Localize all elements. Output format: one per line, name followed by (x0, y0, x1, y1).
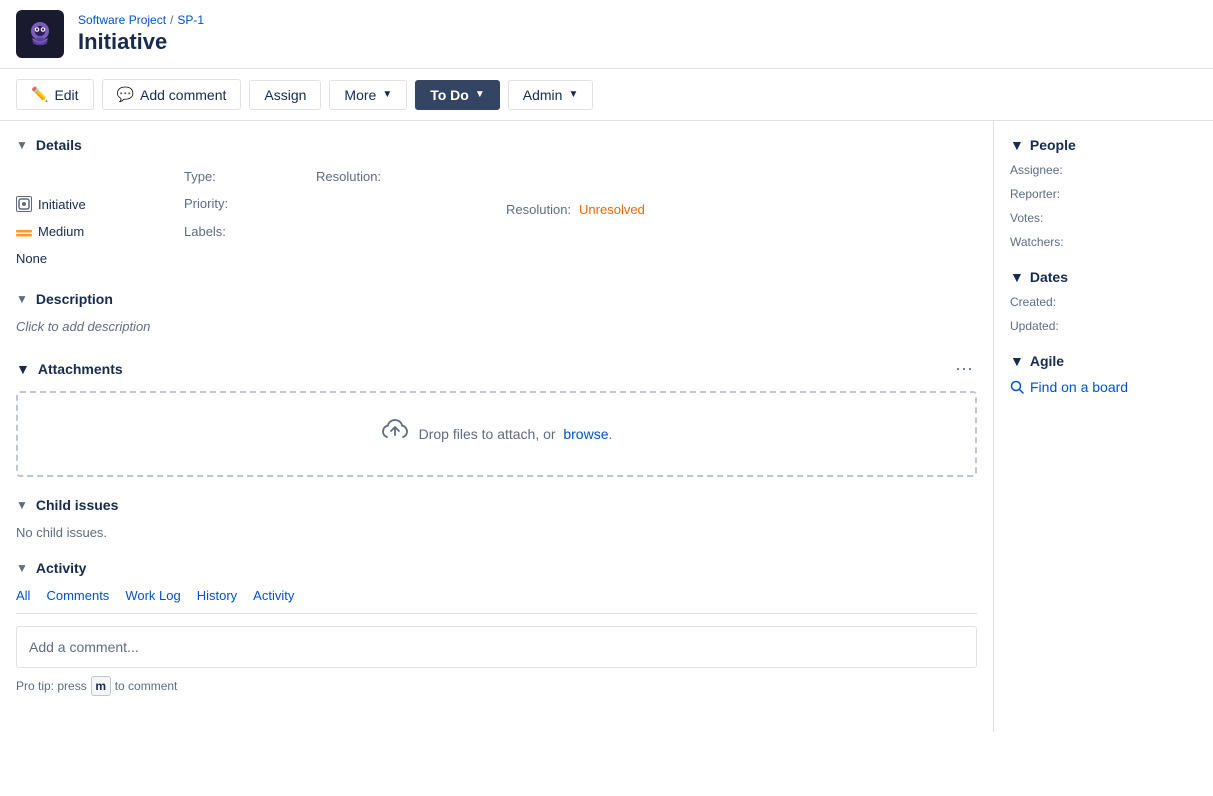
activity-section-title: Activity (36, 560, 87, 576)
details-section-header[interactable]: ▼ Details (16, 137, 977, 153)
project-link[interactable]: Software Project (78, 13, 166, 27)
activity-tab-worklog[interactable]: Work Log (125, 588, 180, 611)
people-section: ▼ People Assignee: Reporter: Votes: Watc… (1010, 137, 1197, 249)
edit-icon: ✏️ (31, 86, 48, 103)
created-field: Created: (1010, 295, 1197, 309)
reporter-label: Reporter: (1010, 187, 1197, 201)
details-section: ▼ Details Type: Initiative Resolution: P… (16, 137, 977, 271)
initiative-type-icon (16, 196, 32, 212)
toggle-icon: ▼ (1010, 269, 1024, 285)
attachments-section: ▼ Attachments ··· Drop files to attach, … (16, 354, 977, 477)
page-title: Initiative (78, 29, 204, 55)
created-label: Created: (1010, 295, 1197, 309)
votes-field: Votes: (1010, 211, 1197, 225)
drop-text: Drop files to attach, or browse. (419, 426, 613, 442)
watchers-label: Watchers: (1010, 235, 1197, 249)
description-placeholder[interactable]: Click to add description (16, 319, 977, 334)
votes-label: Votes: (1010, 211, 1197, 225)
status-button[interactable]: To Do ▼ (415, 80, 500, 110)
assignee-label: Assignee: (1010, 163, 1197, 177)
right-panel: ▼ People Assignee: Reporter: Votes: Watc… (993, 121, 1213, 732)
attachments-section-title: Attachments (38, 361, 123, 377)
header-text: Software Project / SP-1 Initiative (78, 13, 204, 55)
labels-value: None (16, 247, 176, 270)
agile-section-header[interactable]: ▼ Agile (1010, 353, 1197, 369)
toggle-icon: ▼ (1010, 353, 1024, 369)
activity-section: ▼ Activity All Comments Work Log History… (16, 560, 977, 696)
activity-section-header[interactable]: ▼ Activity (16, 560, 977, 576)
chevron-down-icon: ▼ (568, 89, 578, 100)
toggle-icon: ▼ (16, 498, 28, 512)
edit-button[interactable]: ✏️ Edit (16, 79, 94, 110)
comment-input[interactable] (29, 637, 964, 657)
child-issues-section-header[interactable]: ▼ Child issues (16, 497, 977, 513)
search-icon (1010, 380, 1024, 394)
activity-tab-all[interactable]: All (16, 588, 30, 611)
browse-link[interactable]: browse (563, 426, 608, 442)
comment-box[interactable] (16, 626, 977, 668)
find-on-board-link[interactable]: Find on a board (1010, 379, 1197, 395)
description-section: ▼ Description Click to add description (16, 291, 977, 334)
drop-zone[interactable]: Drop files to attach, or browse. (16, 391, 977, 477)
left-panel: ▼ Details Type: Initiative Resolution: P… (0, 121, 993, 732)
pro-tip: Pro tip: press m to comment (16, 676, 977, 696)
details-section-title: Details (36, 137, 82, 153)
toggle-icon: ▼ (16, 138, 28, 152)
labels-label: Labels: (184, 220, 977, 243)
dates-section-header[interactable]: ▼ Dates (1010, 269, 1197, 285)
breadcrumb: Software Project / SP-1 (78, 13, 204, 27)
resolution-label-2: Resolution: (506, 198, 571, 221)
activity-tabs: All Comments Work Log History Activity (16, 588, 977, 614)
breadcrumb-separator: / (170, 13, 173, 27)
assign-button[interactable]: Assign (249, 80, 321, 110)
assignee-field: Assignee: (1010, 163, 1197, 177)
toggle-icon: ▼ (16, 292, 28, 306)
updated-label: Updated: (1010, 319, 1197, 333)
upload-icon (381, 417, 409, 451)
updated-field: Updated: (1010, 319, 1197, 333)
no-child-issues-text: No child issues. (16, 525, 977, 540)
medium-priority-icon (16, 227, 32, 237)
dates-section: ▼ Dates Created: Updated: (1010, 269, 1197, 333)
watchers-field: Watchers: (1010, 235, 1197, 249)
activity-tab-comments[interactable]: Comments (46, 588, 109, 611)
chevron-down-icon: ▼ (475, 89, 485, 100)
more-button[interactable]: More ▼ (329, 80, 407, 110)
toggle-icon: ▼ (16, 561, 28, 575)
attachments-section-header[interactable]: ▼ Attachments (16, 361, 123, 377)
add-comment-button[interactable]: 💬 Add comment (102, 79, 242, 110)
toggle-icon: ▼ (16, 361, 30, 377)
app-header: Software Project / SP-1 Initiative (0, 0, 1213, 69)
activity-tab-activity[interactable]: Activity (253, 588, 294, 611)
child-issues-section-title: Child issues (36, 497, 118, 513)
toggle-icon: ▼ (1010, 137, 1024, 153)
child-issues-section: ▼ Child issues No child issues. (16, 497, 977, 540)
reporter-field: Reporter: (1010, 187, 1197, 201)
activity-tab-history[interactable]: History (197, 588, 237, 611)
issue-id: SP-1 (177, 13, 204, 27)
description-section-header[interactable]: ▼ Description (16, 291, 977, 307)
main-content: ▼ Details Type: Initiative Resolution: P… (0, 121, 1213, 732)
priority-value: Medium (16, 220, 176, 243)
attachments-header-row: ▼ Attachments ··· (16, 354, 977, 383)
type-value: Initiative (16, 192, 176, 216)
description-section-title: Description (36, 291, 113, 307)
toolbar: ✏️ Edit 💬 Add comment Assign More ▼ To D… (0, 69, 1213, 121)
comment-icon: 💬 (117, 86, 134, 103)
people-section-header[interactable]: ▼ People (1010, 137, 1197, 153)
attachments-more-icon[interactable]: ··· (951, 354, 977, 383)
app-logo (16, 10, 64, 58)
resolution-value: Unresolved (579, 198, 645, 221)
agile-section: ▼ Agile Find on a board (1010, 353, 1197, 395)
admin-button[interactable]: Admin ▼ (508, 80, 594, 110)
key-m-badge: m (91, 676, 111, 696)
chevron-down-icon: ▼ (382, 89, 392, 100)
type-label: Type: (184, 165, 977, 188)
